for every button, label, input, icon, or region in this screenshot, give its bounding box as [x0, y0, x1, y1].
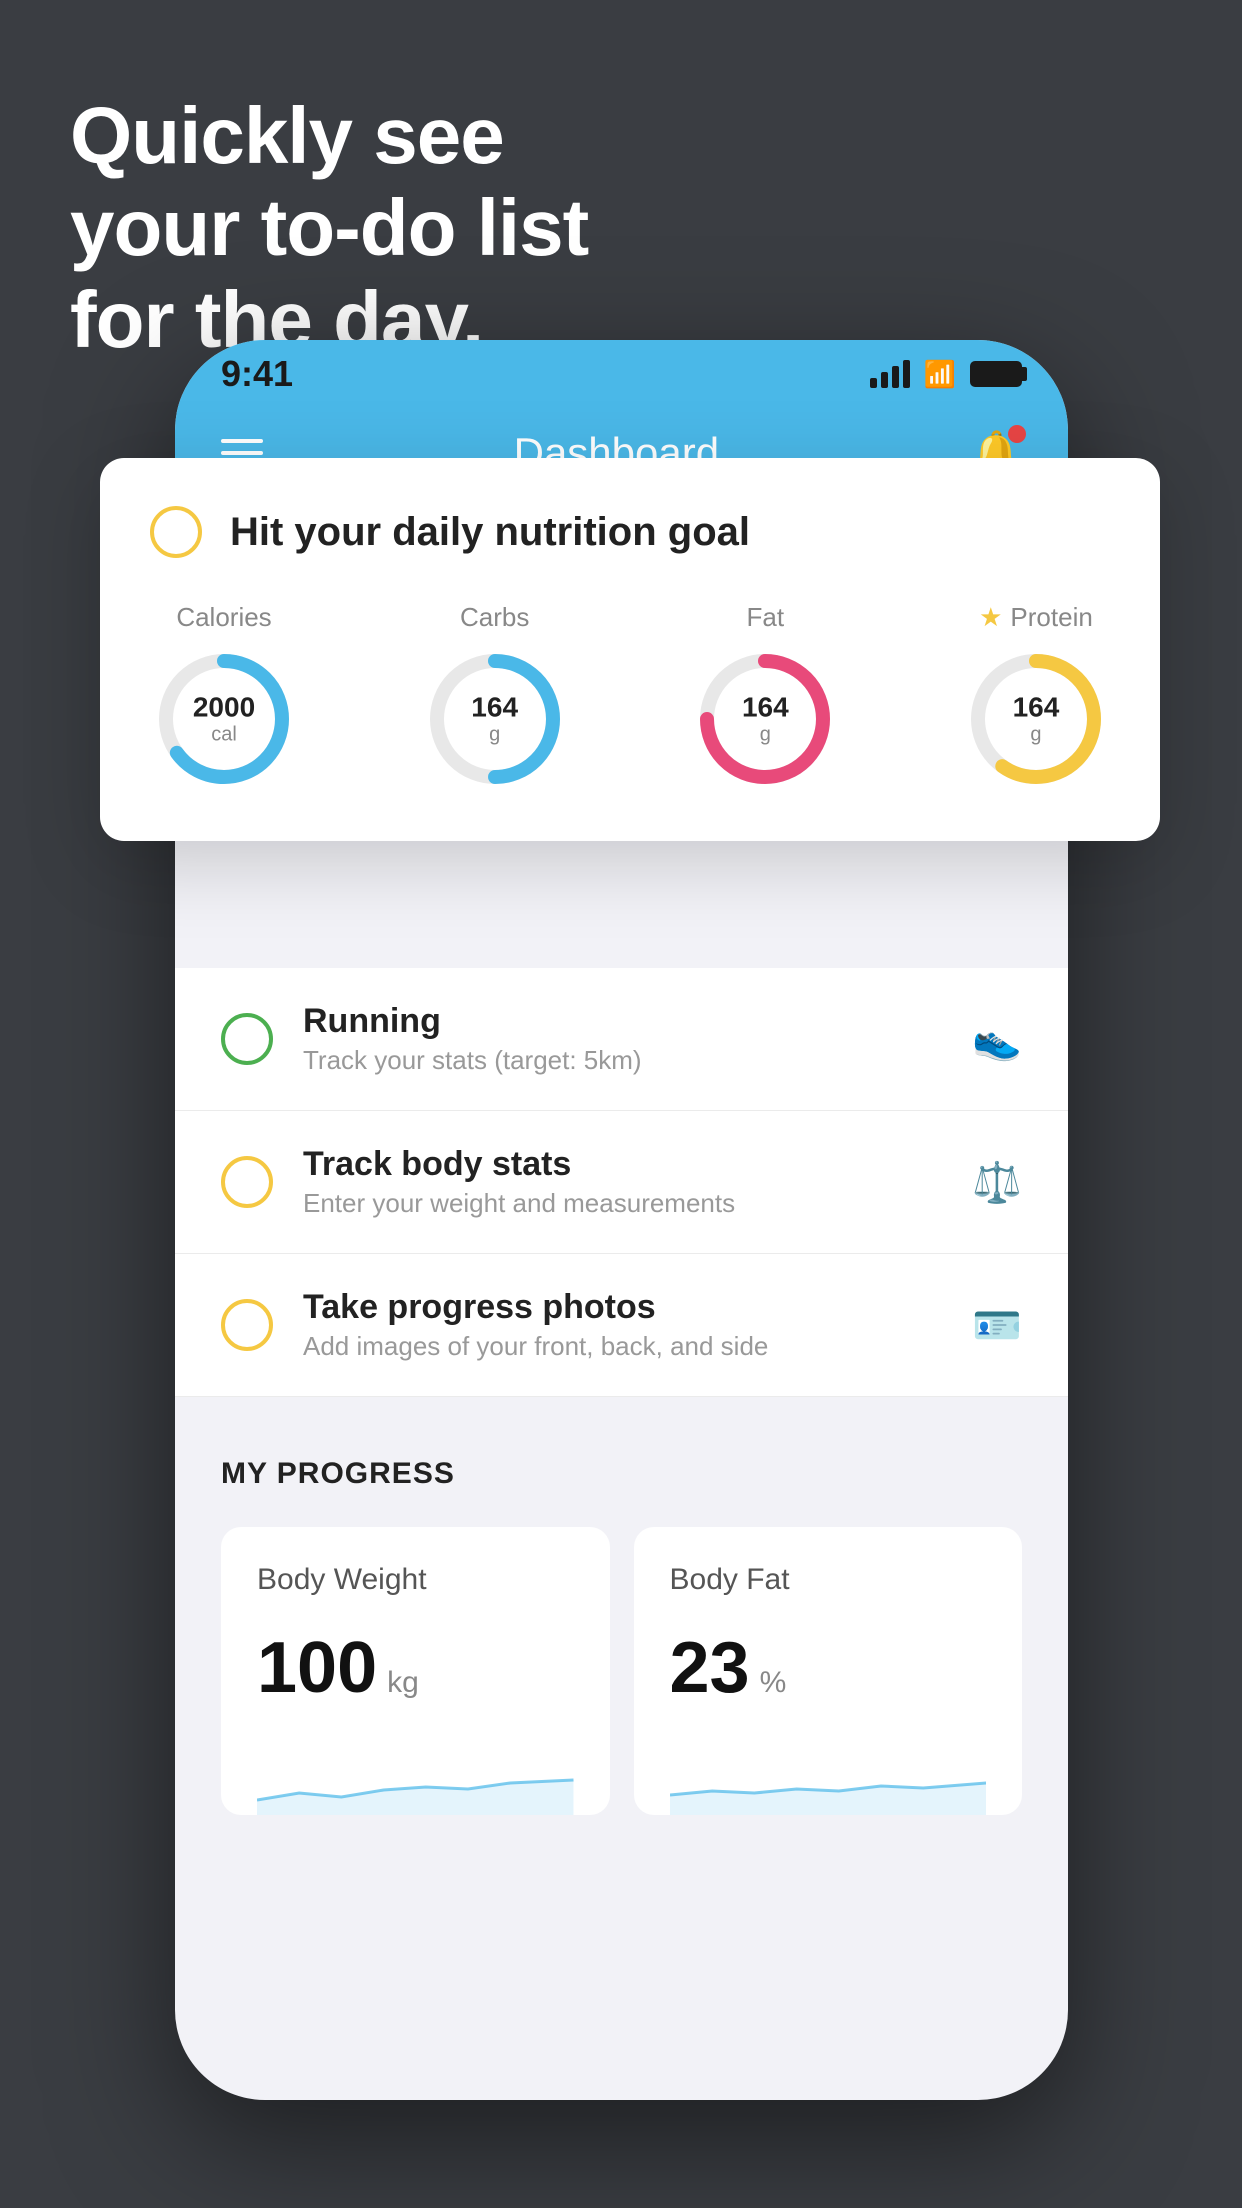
status-bar: 9:41 📶: [175, 340, 1068, 408]
wifi-icon: 📶: [924, 359, 956, 390]
calories-item: Calories 2000 cal: [150, 602, 298, 793]
carbs-item: Carbs 164 g: [421, 602, 569, 793]
photos-icon: 🪪: [972, 1302, 1022, 1349]
todo-list: Running Track your stats (target: 5km) 👟…: [175, 968, 1068, 1397]
nutrition-stats: Calories 2000 cal Carbs: [150, 602, 1110, 793]
calories-value: 2000: [193, 693, 255, 724]
todo-text-running: Running Track your stats (target: 5km): [303, 1002, 942, 1076]
fat-value-center: 164 g: [742, 693, 789, 746]
todo-subtitle-progress-photos: Add images of your front, back, and side: [303, 1331, 942, 1362]
signal-icon: [870, 360, 910, 388]
protein-donut: 164 g: [962, 645, 1110, 793]
todo-title-running: Running: [303, 1002, 942, 1041]
progress-section: MY PROGRESS Body Weight 100 kg Body Fat: [175, 1397, 1068, 1861]
body-weight-title: Body Weight: [257, 1563, 574, 1597]
fat-item: Fat 164 g: [691, 602, 839, 793]
notification-badge: [1008, 425, 1026, 443]
protein-unit: g: [1013, 723, 1060, 745]
body-weight-value: 100: [257, 1627, 377, 1709]
protein-value-center: 164 g: [1013, 693, 1060, 746]
fat-value: 164: [742, 693, 789, 724]
fat-label: Fat: [747, 602, 785, 633]
goal-circle-indicator: [150, 506, 202, 558]
carbs-unit: g: [471, 723, 518, 745]
carbs-value: 164: [471, 693, 518, 724]
carbs-label: Carbs: [460, 602, 529, 633]
star-icon: ★: [979, 602, 1002, 633]
todo-item-progress-photos[interactable]: Take progress photos Add images of your …: [175, 1254, 1068, 1397]
todo-title-body-stats: Track body stats: [303, 1145, 942, 1184]
todo-item-body-stats[interactable]: Track body stats Enter your weight and m…: [175, 1111, 1068, 1254]
todo-circle-body-stats: [221, 1156, 273, 1208]
todo-text-body-stats: Track body stats Enter your weight and m…: [303, 1145, 942, 1219]
status-time: 9:41: [221, 353, 293, 395]
body-weight-value-row: 100 kg: [257, 1627, 574, 1709]
body-fat-title: Body Fat: [670, 1563, 987, 1597]
body-fat-chart: [670, 1745, 987, 1815]
body-fat-value: 23: [670, 1627, 750, 1709]
progress-header: MY PROGRESS: [221, 1457, 1022, 1491]
card-title-row: Hit your daily nutrition goal: [150, 506, 1110, 558]
carbs-value-center: 164 g: [471, 693, 518, 746]
todo-text-progress-photos: Take progress photos Add images of your …: [303, 1288, 942, 1362]
protein-item: ★Protein 164 g: [962, 602, 1110, 793]
body-stats-icon: ⚖️: [972, 1159, 1022, 1206]
todo-subtitle-body-stats: Enter your weight and measurements: [303, 1188, 942, 1219]
protein-value: 164: [1013, 693, 1060, 724]
calories-donut: 2000 cal: [150, 645, 298, 793]
todo-subtitle-running: Track your stats (target: 5km): [303, 1045, 942, 1076]
body-fat-card[interactable]: Body Fat 23 %: [634, 1527, 1023, 1815]
hero-headline: Quickly see your to-do list for the day.: [70, 90, 588, 366]
nutrition-goal-card: Hit your daily nutrition goal Calories 2…: [100, 458, 1160, 841]
carbs-donut: 164 g: [421, 645, 569, 793]
status-icons: 📶: [870, 359, 1022, 390]
fat-unit: g: [742, 723, 789, 745]
calories-unit: cal: [193, 723, 255, 745]
running-icon: 👟: [972, 1016, 1022, 1063]
todo-circle-progress-photos: [221, 1299, 273, 1351]
calories-value-center: 2000 cal: [193, 693, 255, 746]
protein-label: ★Protein: [979, 602, 1093, 633]
todo-title-progress-photos: Take progress photos: [303, 1288, 942, 1327]
calories-label: Calories: [176, 602, 271, 633]
progress-cards: Body Weight 100 kg Body Fat 23 %: [221, 1527, 1022, 1815]
body-fat-unit: %: [760, 1666, 787, 1700]
body-weight-card[interactable]: Body Weight 100 kg: [221, 1527, 610, 1815]
battery-icon: [970, 361, 1022, 387]
body-weight-unit: kg: [387, 1666, 419, 1700]
todo-circle-running: [221, 1013, 273, 1065]
fat-donut: 164 g: [691, 645, 839, 793]
todo-item-running[interactable]: Running Track your stats (target: 5km) 👟: [175, 968, 1068, 1111]
body-weight-chart: [257, 1745, 574, 1815]
card-title: Hit your daily nutrition goal: [230, 510, 750, 555]
body-fat-value-row: 23 %: [670, 1627, 987, 1709]
